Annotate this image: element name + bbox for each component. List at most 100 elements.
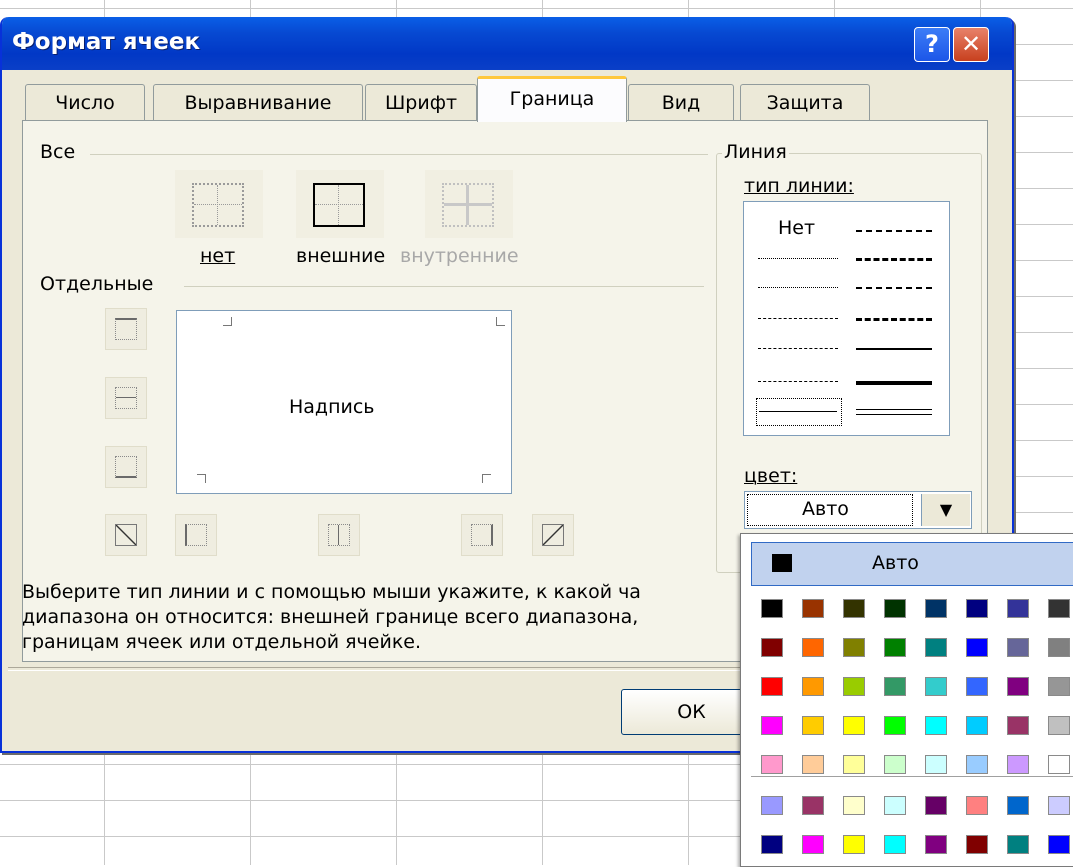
line-style-hair[interactable] (758, 258, 838, 259)
help-icon[interactable]: ? (914, 27, 950, 62)
preset-outline-button[interactable] (296, 170, 384, 238)
color-swatch[interactable] (1048, 835, 1070, 854)
line-style-dash-dot-dot-medium[interactable] (856, 287, 932, 289)
color-swatch[interactable] (802, 716, 824, 735)
color-swatch[interactable] (884, 638, 906, 657)
color-swatch[interactable] (966, 599, 988, 618)
color-swatch[interactable] (966, 796, 988, 815)
border-diagonal-up-button[interactable] (105, 514, 147, 556)
color-swatch[interactable] (802, 677, 824, 696)
border-left-button[interactable] (175, 514, 217, 556)
color-swatch[interactable] (1048, 677, 1070, 696)
color-swatch[interactable] (1007, 796, 1029, 815)
color-swatch[interactable] (1048, 716, 1070, 735)
color-swatch[interactable] (1007, 677, 1029, 696)
line-style-list[interactable]: Нет (743, 201, 950, 436)
tab-border[interactable]: Граница (477, 76, 627, 122)
border-inside-horizontal-icon (115, 387, 137, 409)
color-swatch[interactable] (761, 599, 783, 618)
color-swatch[interactable] (843, 796, 865, 815)
color-swatch[interactable] (1007, 599, 1029, 618)
color-swatch[interactable] (802, 796, 824, 815)
color-swatch[interactable] (884, 796, 906, 815)
color-swatch[interactable] (843, 716, 865, 735)
color-swatch[interactable] (966, 677, 988, 696)
color-swatch[interactable] (884, 599, 906, 618)
line-style-medium[interactable] (856, 348, 932, 350)
color-swatch[interactable] (761, 677, 783, 696)
line-style-medium-dashed[interactable] (856, 318, 932, 321)
border-top-button[interactable] (105, 308, 147, 350)
color-swatch[interactable] (761, 835, 783, 854)
auto-color-option[interactable]: Авто (751, 542, 1073, 586)
color-swatch[interactable] (925, 755, 947, 774)
color-swatch[interactable] (925, 677, 947, 696)
line-style-dash-dot-dot[interactable] (758, 318, 838, 319)
border-right-button[interactable] (461, 514, 503, 556)
tab-alignment[interactable]: Выравнивание (153, 84, 363, 120)
color-swatch[interactable] (925, 638, 947, 657)
tab-number[interactable]: Число (25, 84, 145, 120)
color-swatch[interactable] (843, 755, 865, 774)
chevron-down-icon[interactable]: ▼ (921, 494, 970, 526)
preview-corner-mark (197, 474, 206, 483)
color-swatch[interactable] (802, 638, 824, 657)
line-style-dash-dot[interactable] (758, 348, 838, 349)
line-style-slant-dash-dot[interactable] (856, 258, 932, 261)
color-swatch[interactable] (884, 677, 906, 696)
color-swatch[interactable] (761, 755, 783, 774)
line-style-double[interactable] (856, 409, 932, 415)
line-style-thick[interactable] (856, 381, 932, 385)
border-bottom-button[interactable] (105, 446, 147, 488)
color-swatch[interactable] (843, 599, 865, 618)
color-swatch[interactable] (966, 755, 988, 774)
color-swatch[interactable] (843, 835, 865, 854)
tab-font[interactable]: Шрифт (365, 84, 477, 120)
color-swatch[interactable] (884, 716, 906, 735)
color-swatch[interactable] (843, 677, 865, 696)
line-style-dotted[interactable] (758, 287, 838, 288)
color-swatch[interactable] (925, 835, 947, 854)
color-swatch[interactable] (1007, 716, 1029, 735)
color-swatch[interactable] (925, 716, 947, 735)
color-swatch[interactable] (925, 796, 947, 815)
color-swatch[interactable] (1007, 835, 1029, 854)
color-swatch[interactable] (802, 835, 824, 854)
preset-inside-button[interactable] (425, 170, 513, 238)
color-swatch[interactable] (761, 796, 783, 815)
color-swatch[interactable] (1048, 755, 1070, 774)
color-swatch[interactable] (802, 755, 824, 774)
line-style-none[interactable]: Нет (778, 217, 815, 239)
color-swatch[interactable] (761, 716, 783, 735)
preset-none-button[interactable] (175, 170, 263, 238)
line-style-dash-dot-medium[interactable] (856, 230, 932, 232)
auto-color-swatch (772, 554, 792, 572)
color-swatch[interactable] (1048, 599, 1070, 618)
title-bar[interactable]: Формат ячеек ? ✕ (2, 17, 1012, 70)
line-style-dashed[interactable] (758, 381, 838, 382)
color-swatch[interactable] (1048, 638, 1070, 657)
color-swatch[interactable] (1007, 755, 1029, 774)
color-swatch[interactable] (966, 716, 988, 735)
color-swatch[interactable] (925, 599, 947, 618)
color-swatch[interactable] (1048, 796, 1070, 815)
border-preview[interactable]: Надпись (176, 310, 512, 494)
color-swatch[interactable] (802, 599, 824, 618)
border-right-icon (471, 524, 493, 546)
border-inside-vertical-icon (328, 524, 350, 546)
tab-protection[interactable]: Защита (740, 84, 870, 120)
color-swatch[interactable] (1007, 638, 1029, 657)
color-swatch[interactable] (884, 835, 906, 854)
tab-fill[interactable]: Вид (628, 84, 734, 120)
color-swatch[interactable] (761, 638, 783, 657)
border-inside-horizontal-button[interactable] (105, 377, 147, 419)
color-swatch[interactable] (966, 835, 988, 854)
close-icon[interactable]: ✕ (953, 27, 989, 62)
color-swatch[interactable] (966, 638, 988, 657)
color-swatch[interactable] (843, 638, 865, 657)
line-style-thin-selected[interactable] (756, 398, 842, 426)
border-inside-vertical-button[interactable] (318, 514, 360, 556)
color-swatch[interactable] (884, 755, 906, 774)
border-diagonal-down-button[interactable] (532, 514, 574, 556)
line-color-select[interactable]: Авто ▼ (744, 491, 972, 529)
